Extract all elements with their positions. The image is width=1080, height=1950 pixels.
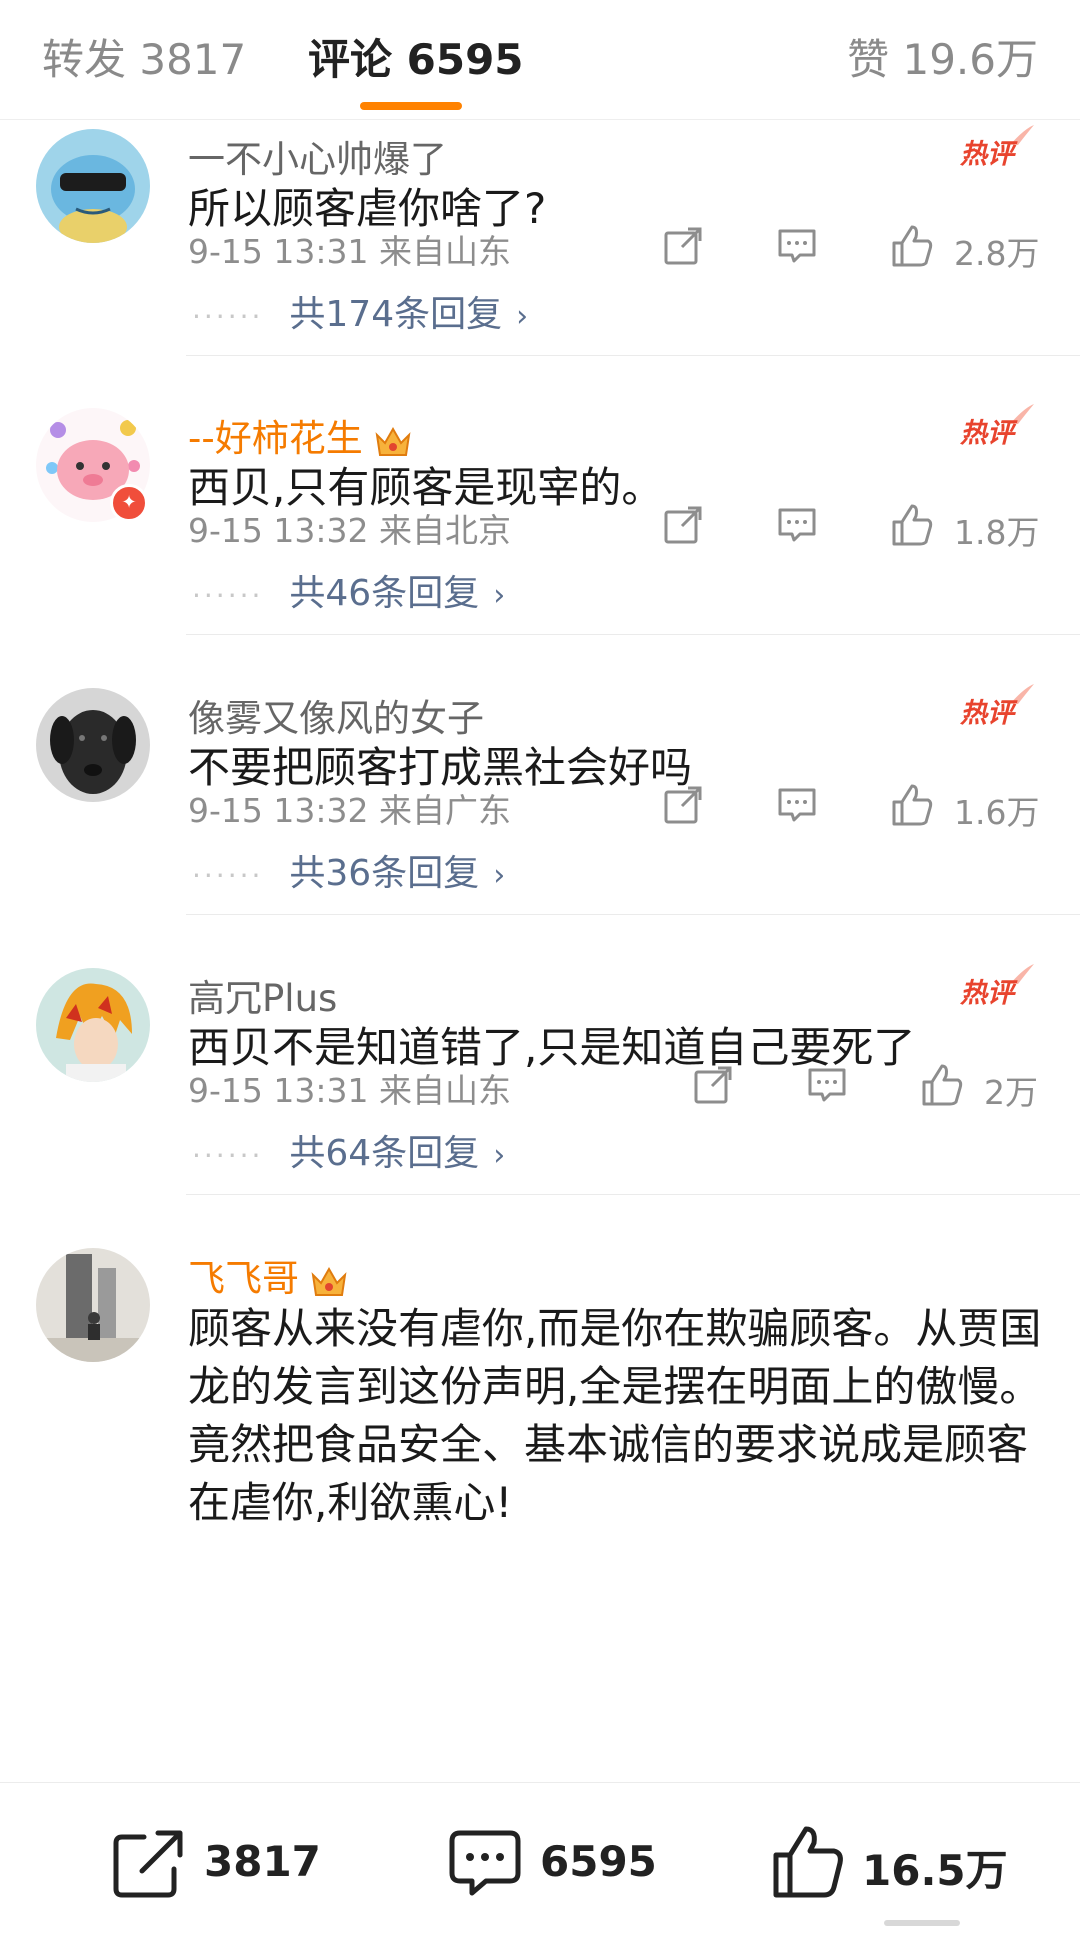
comment-username[interactable]: 飞飞哥 — [188, 1248, 349, 1302]
comment-actions: 1.6万 — [660, 782, 1040, 832]
comment-actions: 1.8万 — [660, 502, 1040, 552]
share-icon — [664, 506, 702, 544]
like-button[interactable]: 1.8万 — [888, 502, 1040, 552]
thumbs-up-icon — [773, 1826, 843, 1898]
divider — [186, 634, 1080, 635]
comment-button[interactable] — [774, 502, 820, 552]
comment-icon — [778, 788, 816, 822]
comment-icon — [449, 1830, 521, 1896]
bottom-like-button[interactable]: 16.5万 — [768, 1823, 1008, 1903]
bottom-comment-button[interactable]: 6595 — [446, 1823, 666, 1903]
comment-meta: 9-15 13:32 来自北京 — [188, 511, 511, 550]
replies-label: 共174条回复 — [289, 294, 503, 335]
hot-badge-icon: 热评 — [959, 684, 1034, 729]
replies-label: 共46条回复 — [289, 573, 480, 614]
thumbs-up-icon — [892, 784, 933, 826]
comment-button[interactable] — [774, 782, 820, 832]
like-count: 2万 — [984, 1073, 1038, 1112]
share-icon — [664, 786, 702, 824]
share-icon — [113, 1830, 183, 1898]
like-count: 2.8万 — [954, 234, 1040, 273]
comment-actions: 2.8万 — [660, 223, 1040, 273]
comment-username[interactable]: 高冗Plus — [188, 968, 337, 1022]
comment-button[interactable] — [774, 223, 820, 273]
hot-badge-label: 热评 — [959, 978, 1018, 1009]
view-replies-link[interactable]: ······ 共174条回复 › — [192, 285, 528, 337]
tab-comment[interactable]: 评论 6595 — [308, 26, 524, 87]
view-replies-link[interactable]: ······ 共46条回复 › — [192, 564, 505, 616]
tab-repost[interactable]: 转发 3817 — [42, 26, 246, 87]
hot-badge-label: 热评 — [959, 698, 1018, 729]
avatar[interactable] — [36, 968, 150, 1082]
comment-username[interactable]: 像雾又像风的女子 — [188, 688, 484, 742]
share-button[interactable] — [690, 1062, 736, 1112]
like-button[interactable]: 2.8万 — [888, 223, 1040, 273]
crown-icon — [311, 1266, 347, 1296]
comment-count: 6595 — [540, 1837, 657, 1886]
hot-badge-label: 热评 — [959, 139, 1018, 170]
avatar[interactable] — [36, 688, 150, 802]
divider — [186, 1194, 1080, 1195]
share-button[interactable] — [660, 502, 706, 552]
crown-icon — [375, 426, 411, 456]
comment-username[interactable]: 一不小心帅爆了 — [188, 129, 447, 183]
reply-dots: ······ — [192, 299, 264, 333]
like-button[interactable]: 2万 — [918, 1062, 1040, 1112]
comment-text: 顾客从来没有虐你,而是你在欺骗顾客。从贾国龙的发言到这份声明,全是摆在明面上的傲… — [188, 1304, 1042, 1527]
avatar[interactable] — [36, 1248, 150, 1362]
share-icon — [664, 227, 702, 265]
username-label: --好柿花生 — [188, 417, 363, 460]
like-count: 1.6万 — [954, 793, 1040, 832]
like-count: 16.5万 — [862, 1846, 1008, 1895]
hot-badge-label: 热评 — [959, 418, 1018, 449]
comment-button[interactable] — [804, 1062, 850, 1112]
share-icon — [694, 1066, 732, 1104]
hot-badge-icon: 热评 — [959, 125, 1034, 170]
comment-icon — [808, 1068, 846, 1102]
chevron-right-icon: › — [493, 858, 506, 893]
share-button[interactable] — [660, 223, 706, 273]
share-count: 3817 — [204, 1837, 321, 1886]
chevron-right-icon: › — [493, 578, 506, 613]
comment-icon — [778, 229, 816, 263]
comment-meta: 9-15 13:32 来自广东 — [188, 791, 511, 830]
hot-badge-icon: 热评 — [959, 404, 1034, 449]
divider — [186, 914, 1080, 915]
thumbs-up-icon — [892, 225, 933, 267]
reply-dots: ······ — [192, 1138, 264, 1172]
share-button[interactable] — [660, 782, 706, 832]
thumbs-up-icon — [892, 504, 933, 546]
comment-actions: 2万 — [690, 1062, 1040, 1112]
comment-meta: 9-15 13:31 来自山东 — [188, 232, 511, 271]
divider — [186, 355, 1080, 356]
username-label: 飞飞哥 — [188, 1257, 299, 1300]
comment-icon — [778, 508, 816, 542]
comment-meta: 9-15 13:31 来自山东 — [188, 1071, 511, 1110]
replies-label: 共64条回复 — [289, 1133, 480, 1174]
verified-badge-icon: ✦ — [110, 484, 148, 522]
active-tab-indicator — [360, 102, 462, 110]
comment-tab-bar: 转发 3817 评论 6595 赞 19.6万 — [0, 0, 1080, 120]
view-replies-link[interactable]: ······ 共36条回复 › — [192, 844, 505, 896]
reply-dots: ······ — [192, 578, 264, 612]
comment-list[interactable]: 一不小心帅爆了 热评 所以顾客虐你啥了? 9-15 13:31 来自山东 2.8… — [0, 121, 1080, 1781]
replies-label: 共36条回复 — [289, 853, 480, 894]
view-replies-link[interactable]: ······ 共64条回复 › — [192, 1124, 505, 1176]
thumbs-up-icon — [922, 1064, 963, 1106]
reply-dots: ······ — [192, 858, 264, 892]
chevron-right-icon: › — [493, 1138, 506, 1173]
like-count: 1.8万 — [954, 513, 1040, 552]
like-button[interactable]: 1.6万 — [888, 782, 1040, 832]
home-indicator — [884, 1920, 960, 1926]
hot-badge-icon: 热评 — [959, 964, 1034, 1009]
avatar[interactable] — [36, 129, 150, 243]
bottom-share-button[interactable]: 3817 — [110, 1823, 330, 1903]
chevron-right-icon: › — [516, 299, 529, 334]
tab-likes[interactable]: 赞 19.6万 — [847, 26, 1038, 87]
comment-username[interactable]: --好柿花生 — [188, 408, 413, 462]
